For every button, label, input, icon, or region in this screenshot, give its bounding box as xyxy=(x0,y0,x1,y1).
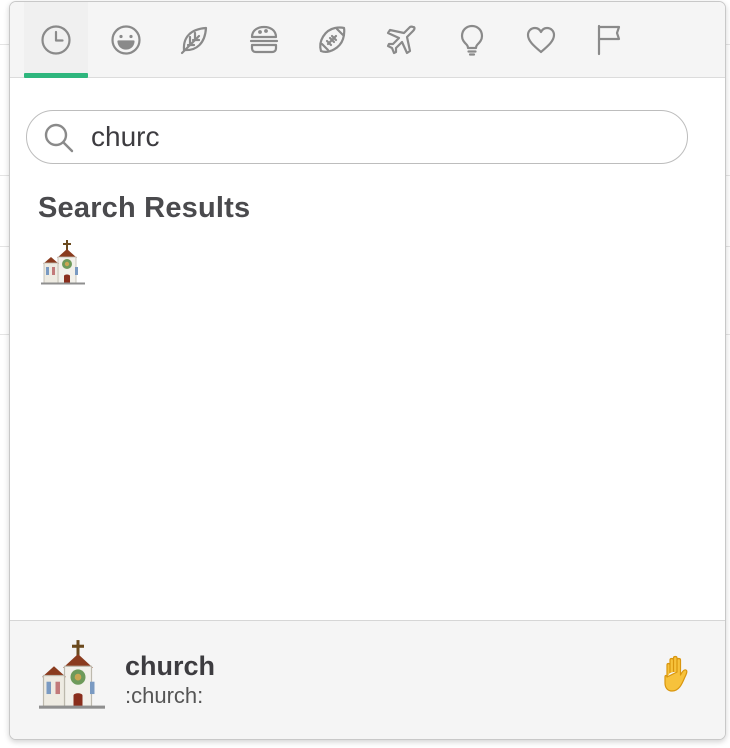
smiley-icon xyxy=(111,24,141,55)
clock-icon xyxy=(41,24,71,55)
church-emoji xyxy=(41,240,85,285)
emoji-search-box xyxy=(26,110,688,164)
search-input[interactable] xyxy=(91,119,671,155)
airplane-icon xyxy=(386,25,416,54)
preview-emoji-code: :church: xyxy=(125,683,204,708)
leaf-icon xyxy=(180,26,208,54)
result-church-emoji[interactable] xyxy=(39,238,87,286)
church-emoji xyxy=(39,640,105,709)
category-tab-bar xyxy=(10,2,725,78)
raised-hand-emoji xyxy=(664,655,688,692)
tab-people[interactable] xyxy=(94,2,158,77)
emoji-picker: Search Results xyxy=(9,1,726,740)
tab-symbols[interactable] xyxy=(509,2,573,77)
tab-food[interactable] xyxy=(232,2,296,77)
tab-flags[interactable] xyxy=(577,2,641,77)
heart-icon xyxy=(526,26,556,53)
lightbulb-icon xyxy=(460,24,484,56)
search-icon xyxy=(44,123,74,153)
football-icon xyxy=(319,25,346,53)
preview-emoji-name: church xyxy=(125,651,216,681)
burger-icon xyxy=(249,25,279,53)
tab-recent[interactable] xyxy=(24,2,88,78)
tab-travel[interactable] xyxy=(370,2,434,77)
emoji-preview-footer: church :church: xyxy=(10,620,725,739)
tab-nature[interactable] xyxy=(162,2,226,77)
skin-tone-button[interactable] xyxy=(655,653,699,697)
flag-icon xyxy=(597,24,621,55)
search-results-heading: Search Results xyxy=(38,192,251,224)
tab-objects[interactable] xyxy=(440,2,504,77)
preview-church-emoji xyxy=(36,637,108,711)
tab-activity[interactable] xyxy=(300,2,364,77)
active-tab-indicator xyxy=(24,73,88,78)
